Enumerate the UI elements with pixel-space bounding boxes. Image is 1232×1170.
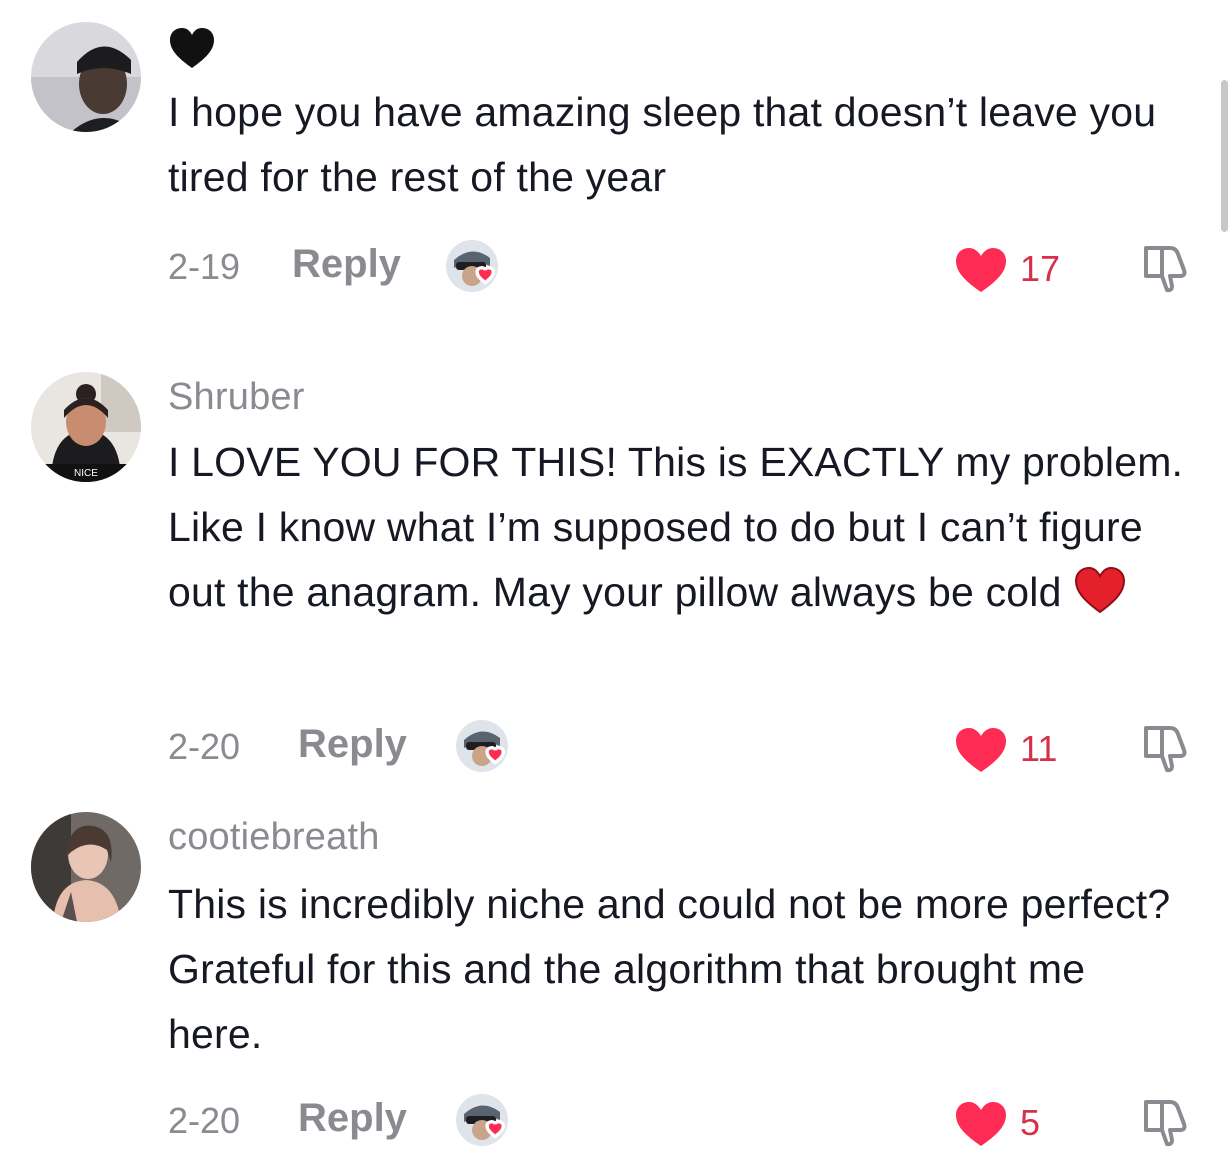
like-heart-icon[interactable]	[954, 1100, 1008, 1153]
username[interactable]: Shruber	[168, 376, 305, 419]
like-count: 11	[1020, 728, 1058, 769]
comment-text: I LOVE YOU FOR THIS! This is EXACTLY my …	[168, 430, 1188, 633]
black-heart-icon	[168, 26, 216, 75]
reply-button[interactable]: Reply	[298, 722, 407, 767]
avatar[interactable]	[31, 22, 141, 132]
dislike-icon[interactable]	[1140, 242, 1194, 299]
dislike-icon[interactable]	[1140, 722, 1194, 779]
comment-actions: 2-20 Reply 5	[168, 1092, 1208, 1152]
reply-button[interactable]: Reply	[292, 242, 401, 287]
avatar-image	[31, 22, 141, 132]
comment-date: 2-20	[168, 726, 241, 767]
username[interactable]: cootiebreath	[168, 816, 380, 859]
like-count: 17	[1020, 248, 1061, 289]
avatar-image	[31, 812, 141, 922]
reply-button[interactable]: Reply	[298, 1096, 407, 1141]
avatar[interactable]: NICE	[31, 372, 141, 482]
comment-date: 2-20	[168, 1100, 241, 1141]
comment-date: 2-19	[168, 246, 241, 287]
scrollbar[interactable]	[1221, 80, 1228, 232]
creator-liked-icon	[454, 718, 512, 776]
avatar[interactable]	[31, 812, 141, 922]
like-heart-icon[interactable]	[954, 726, 1008, 779]
comment-text-body: I LOVE YOU FOR THIS! This is EXACTLY my …	[168, 439, 1184, 615]
comment-actions: 2-20 Reply 11	[168, 718, 1208, 778]
creator-liked-icon	[454, 1092, 512, 1150]
red-heart-icon	[1074, 566, 1126, 633]
comment-text: I hope you have amazing sleep that doesn…	[168, 89, 1157, 200]
comment-actions: 2-19 Reply 17	[168, 238, 1208, 298]
like-count: 5	[1020, 1102, 1041, 1143]
comment-text: This is incredibly niche and could not b…	[168, 881, 1171, 1057]
dislike-icon[interactable]	[1140, 1096, 1194, 1153]
like-heart-icon[interactable]	[954, 246, 1008, 299]
avatar-image: NICE	[31, 372, 141, 482]
creator-liked-icon	[444, 238, 502, 296]
avatar-caption: NICE	[74, 468, 98, 479]
